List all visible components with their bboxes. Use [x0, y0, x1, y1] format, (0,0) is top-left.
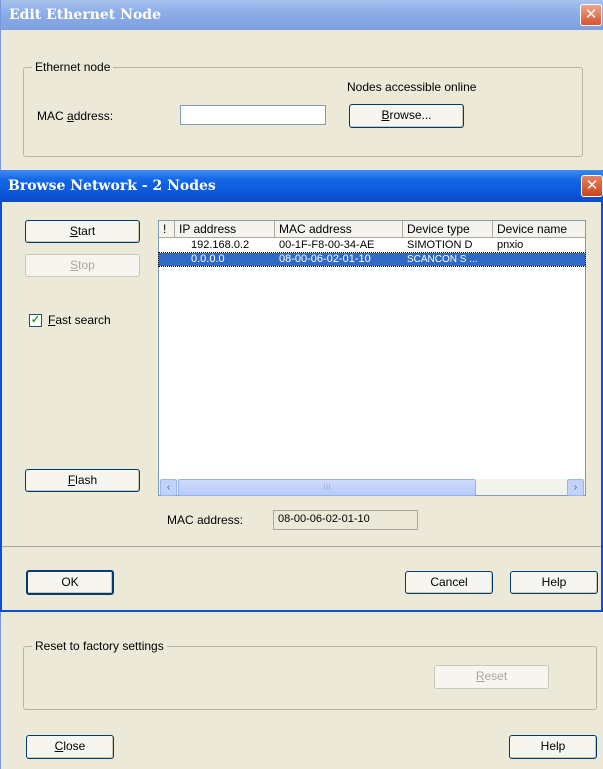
browse-button[interactable]: Browse...: [349, 104, 464, 128]
row-ip: 192.168.0.2: [191, 239, 250, 251]
stop-button[interactable]: Stop: [25, 254, 140, 277]
table-row-selected[interactable]: 0.0.0.0 08-00-06-02-01-10 SCANCON S ...: [158, 252, 586, 267]
row-flag: [159, 253, 175, 266]
mac-address-label-browse: MAC address:: [167, 513, 244, 527]
edit-window-title: Edit Ethernet Node: [9, 7, 161, 23]
flash-button[interactable]: Flash: [25, 469, 140, 492]
help-button-browse[interactable]: Help: [510, 571, 598, 594]
col-mac-header[interactable]: MAC address: [275, 221, 403, 238]
edit-window-titlebar[interactable]: Edit Ethernet Node ✕: [1, 0, 603, 30]
row-flag: [159, 239, 175, 252]
col-device-type-header[interactable]: Device type: [403, 221, 493, 238]
browse-window-close-icon[interactable]: ✕: [581, 175, 603, 197]
col-ip-header[interactable]: IP address: [175, 221, 275, 238]
list-header: ! IP address MAC address Device type Dev…: [159, 221, 585, 238]
fast-search-checkbox[interactable]: ✓: [29, 314, 42, 327]
mac-address-readonly-field: 08-00-06-02-01-10: [273, 510, 418, 530]
close-button[interactable]: Close: [26, 735, 114, 759]
scroll-right-icon[interactable]: ›: [567, 479, 584, 496]
row-device-name: [493, 253, 585, 266]
row-device-type: SCANCON S ...: [407, 254, 478, 265]
row-ip: 0.0.0.0: [191, 253, 225, 265]
browse-window-titlebar[interactable]: Browse Network - 2 Nodes ✕: [0, 170, 603, 202]
horizontal-scrollbar[interactable]: ‹ III ›: [159, 478, 585, 496]
edit-window-close-icon[interactable]: ✕: [580, 4, 602, 26]
scroll-left-icon[interactable]: ‹: [160, 479, 177, 496]
mac-address-label: MAC address:: [37, 109, 114, 123]
mac-address-input[interactable]: [180, 105, 326, 125]
nodes-list-view[interactable]: ! IP address MAC address Device type Dev…: [158, 220, 586, 496]
row-mac: 08-00-06-02-01-10: [279, 253, 371, 265]
browse-window-title: Browse Network - 2 Nodes: [8, 178, 216, 194]
reset-button[interactable]: Reset: [434, 665, 549, 689]
scrollbar-thumb[interactable]: III: [178, 479, 476, 496]
table-row[interactable]: 192.168.0.2 00-1F-F8-00-34-AE SIMOTION D…: [159, 239, 585, 252]
row-device-name: pnxio: [497, 239, 524, 251]
separator: [2, 546, 601, 547]
nodes-accessible-online-label: Nodes accessible online: [347, 80, 477, 94]
start-button[interactable]: Start: [25, 220, 140, 243]
col-device-name-header[interactable]: Device name: [493, 221, 585, 238]
browse-network-dialog: Browse Network - 2 Nodes ✕ Start Stop ✓ …: [0, 170, 603, 612]
row-mac: 00-1F-F8-00-34-AE: [279, 239, 375, 251]
col-flag-header[interactable]: !: [159, 221, 175, 238]
cancel-button[interactable]: Cancel: [405, 571, 493, 594]
ethernet-node-group-label: Ethernet node: [32, 60, 114, 74]
ok-button[interactable]: OK: [26, 570, 114, 595]
row-device-type: SIMOTION D: [407, 239, 473, 251]
reset-group-label: Reset to factory settings: [32, 639, 167, 653]
help-button-edit[interactable]: Help: [509, 735, 597, 759]
fast-search-label: Fast search: [48, 313, 111, 327]
